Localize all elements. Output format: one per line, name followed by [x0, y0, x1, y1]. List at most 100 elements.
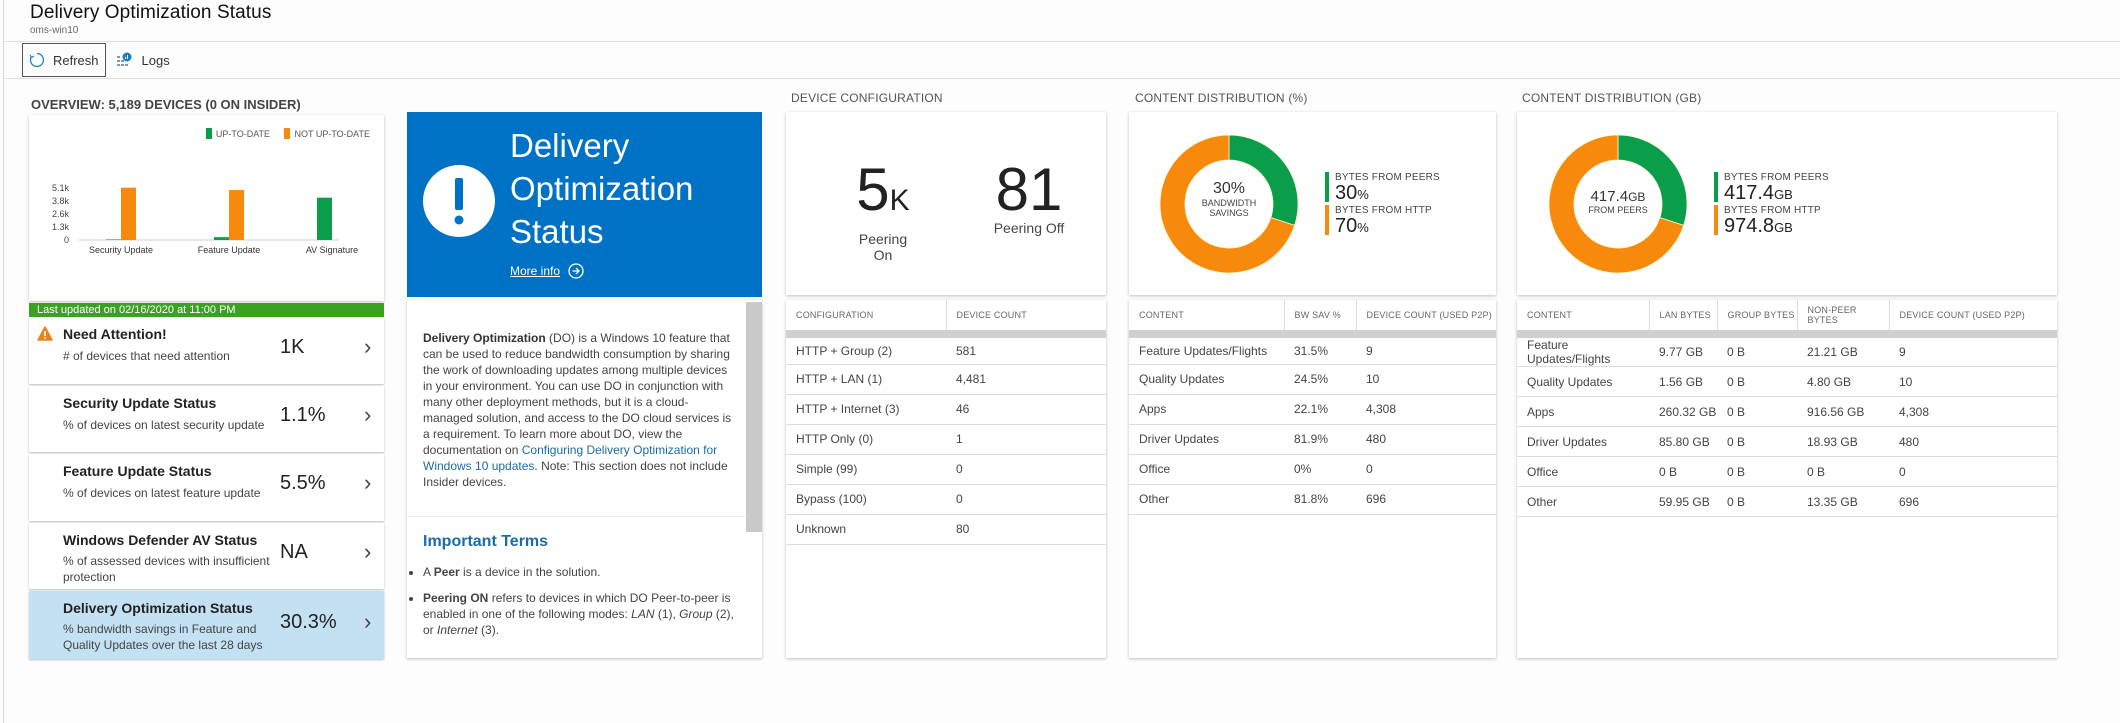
tile-security-update-status[interactable]: Security Update Status % of devices on l…: [29, 386, 384, 452]
table-cell: 18.93 GB: [1797, 426, 1889, 457]
chart-legend: UP-TO-DATE NOT UP-TO-DATE: [196, 126, 370, 144]
table-cell: 0 B: [1717, 426, 1797, 457]
table-row[interactable]: Office 0% 0: [1129, 454, 1496, 485]
legend-bytes-from-http: BYTES FROM HTTP 70%: [1325, 205, 1432, 238]
column-header[interactable]: NON-PEER BYTES: [1797, 300, 1890, 338]
table-cell: Quality Updates: [1129, 364, 1284, 395]
table-row[interactable]: Apps 260.32 GB 0 B 916.56 GB 4,308: [1517, 396, 2057, 427]
column-header[interactable]: CONTENT: [1129, 300, 1285, 338]
table-cell: Bypass (100): [786, 484, 946, 515]
refresh-button[interactable]: Refresh: [22, 43, 106, 77]
table-cell: HTTP + LAN (1): [786, 364, 946, 395]
table-cell: 22.1%: [1284, 394, 1356, 425]
table-row[interactable]: Feature Updates/Flights 9.77 GB 0 B 21.21 G…: [1517, 334, 2057, 367]
table-row[interactable]: HTTP + Internet (3) 46: [786, 394, 1106, 425]
table-cell: 1.56 GB: [1649, 366, 1717, 397]
legend-bytes-from-peers: BYTES FROM PEERS 417.4GB: [1714, 172, 1829, 205]
term-peer: A Peer is a device in the solution.: [423, 564, 743, 580]
table-cell: 480: [1356, 424, 1496, 455]
table-cell: Driver Updates: [1517, 426, 1649, 457]
table-cell: 260.32 GB: [1649, 396, 1717, 427]
legend-bar-green: [1714, 172, 1718, 202]
content-pct-title: CONTENT DISTRIBUTION (%): [1135, 91, 1308, 105]
overview-chart-card: UP-TO-DATE NOT UP-TO-DATE 0 1.3k 2.6k 3.8k 5…: [29, 115, 384, 301]
table-cell: HTTP Only (0): [786, 424, 946, 455]
legend-swatch-orange: [284, 128, 291, 139]
donut-center-label: 30% BANDWIDTH SAVINGS: [1201, 180, 1257, 218]
column-header[interactable]: CONFIGURATION: [786, 300, 947, 338]
table-cell: 0: [946, 484, 1106, 515]
device-config-title: DEVICE CONFIGURATION: [791, 91, 943, 105]
table-cell: 0: [1889, 456, 2057, 487]
table-cell: Feature Updates/Flights: [1129, 334, 1284, 365]
info-content-card: Delivery Optimization (DO) is a Windows …: [407, 300, 762, 658]
column-header[interactable]: DEVICE COUNT: [946, 300, 1106, 338]
chevron-right-icon: ›: [364, 539, 372, 564]
tile-defender-av-status[interactable]: Windows Defender AV Status % of assessed…: [29, 523, 384, 589]
table-row[interactable]: Bypass (100) 0: [786, 484, 1106, 515]
table-cell: Other: [1517, 486, 1649, 517]
column-header[interactable]: CONTENT: [1517, 300, 1650, 338]
table-cell: 480: [1889, 426, 2057, 457]
column-header[interactable]: DEVICE COUNT (USED P2P): [1889, 300, 2057, 338]
table-row[interactable]: Driver Updates 81.9% 480: [1129, 424, 1496, 455]
table-row[interactable]: Other 59.95 GB 0 B 13.35 GB 696: [1517, 486, 2057, 517]
table-cell: HTTP + Group (2): [786, 334, 946, 365]
table-row[interactable]: HTTP + LAN (1) 4,481: [786, 364, 1106, 395]
content-pct-donut-card: 30% BANDWIDTH SAVINGS BYTES FROM PEERS 30…: [1129, 112, 1496, 295]
toolbar: Refresh Logs: [4, 42, 2120, 79]
column-header[interactable]: BW SAV %: [1284, 300, 1357, 338]
page: Delivery Optimization Status oms-win10 R…: [3, 0, 2120, 723]
column-header[interactable]: DEVICE COUNT (USED P2P): [1356, 300, 1496, 338]
table-row[interactable]: Office 0 B0 B0 B0: [1517, 456, 2057, 487]
more-info-link[interactable]: More info: [510, 263, 584, 279]
tile-title: Delivery Optimization Status: [63, 600, 253, 616]
table-header-row: CONFIGURATION DEVICE COUNT: [786, 300, 1106, 338]
column-header[interactable]: GROUP BYTES: [1717, 300, 1798, 338]
tile-desc: # of devices that need attention: [63, 349, 230, 363]
x-tick-label: Feature Update: [198, 245, 261, 255]
column-header[interactable]: LAN BYTES: [1649, 300, 1718, 338]
table-row[interactable]: Simple (99) 0: [786, 454, 1106, 485]
tile-value: NA: [280, 541, 308, 563]
tile-delivery-optimization-status[interactable]: Delivery Optimization Status % bandwidth…: [29, 591, 384, 659]
legend-bar-orange: [1714, 205, 1718, 235]
tile-title: Feature Update Status: [63, 463, 212, 479]
table-row[interactable]: Driver Updates 85.80 GB 0 B 18.93 GB 480: [1517, 426, 2057, 457]
info-banner: Delivery Optimization Status More info: [407, 112, 762, 297]
table-cell: 0 B: [1717, 396, 1797, 427]
donut-center-label: 417.4GB FROM PEERS: [1588, 188, 1648, 215]
page-subtitle: oms-win10: [30, 25, 79, 36]
table-cell: 1: [946, 424, 1106, 455]
peering-off-stat: 81 Peering Off: [993, 156, 1065, 237]
content-gb-title: CONTENT DISTRIBUTION (GB): [1522, 91, 1702, 105]
table-row[interactable]: Unknown 80: [786, 514, 1106, 545]
table-cell: 0 B: [1717, 486, 1797, 517]
table-row[interactable]: HTTP Only (0) 1: [786, 424, 1106, 455]
bar-not-up-to-date-feature-update: [229, 190, 244, 240]
table-row[interactable]: Quality Updates 24.5% 10: [1129, 364, 1496, 395]
table-cell: 0 B: [1717, 366, 1797, 397]
device-config-table-card: CONFIGURATION DEVICE COUNT HTTP + Group …: [786, 300, 1106, 658]
info-title: Delivery Optimization Status: [510, 127, 694, 250]
y-tick-label: 1.3k: [52, 222, 70, 232]
legend-not-up-to-date: NOT UP-TO-DATE: [284, 128, 370, 139]
last-updated-banner: Last updated on 02/16/2020 at 11:00 PM: [29, 303, 384, 317]
table-row[interactable]: Other 81.8% 696: [1129, 484, 1496, 515]
scrollbar-thumb[interactable]: [746, 302, 762, 532]
table-cell: 31.5%: [1284, 334, 1356, 365]
tile-need-attention[interactable]: Need Attention! # of devices that need a…: [29, 318, 384, 384]
table-cell: 9: [1356, 334, 1496, 365]
table-row[interactable]: Apps 22.1% 4,308: [1129, 394, 1496, 425]
table-row[interactable]: HTTP + Group (2) 581: [786, 334, 1106, 365]
tile-value: 1K: [280, 336, 305, 358]
table-cell: Office: [1517, 456, 1649, 487]
table-cell: 0: [946, 454, 1106, 485]
table-row[interactable]: Feature Updates/Flights 31.5% 9: [1129, 334, 1496, 365]
table-cell: Driver Updates: [1129, 424, 1284, 455]
logs-button[interactable]: Logs: [110, 43, 176, 77]
table-cell: Feature Updates/Flights: [1517, 334, 1649, 367]
table-row[interactable]: Quality Updates 1.56 GB 0 B 4.80 GB 10: [1517, 366, 2057, 397]
page-title: Delivery Optimization Status: [30, 2, 272, 23]
tile-feature-update-status[interactable]: Feature Update Status % of devices on la…: [29, 454, 384, 521]
